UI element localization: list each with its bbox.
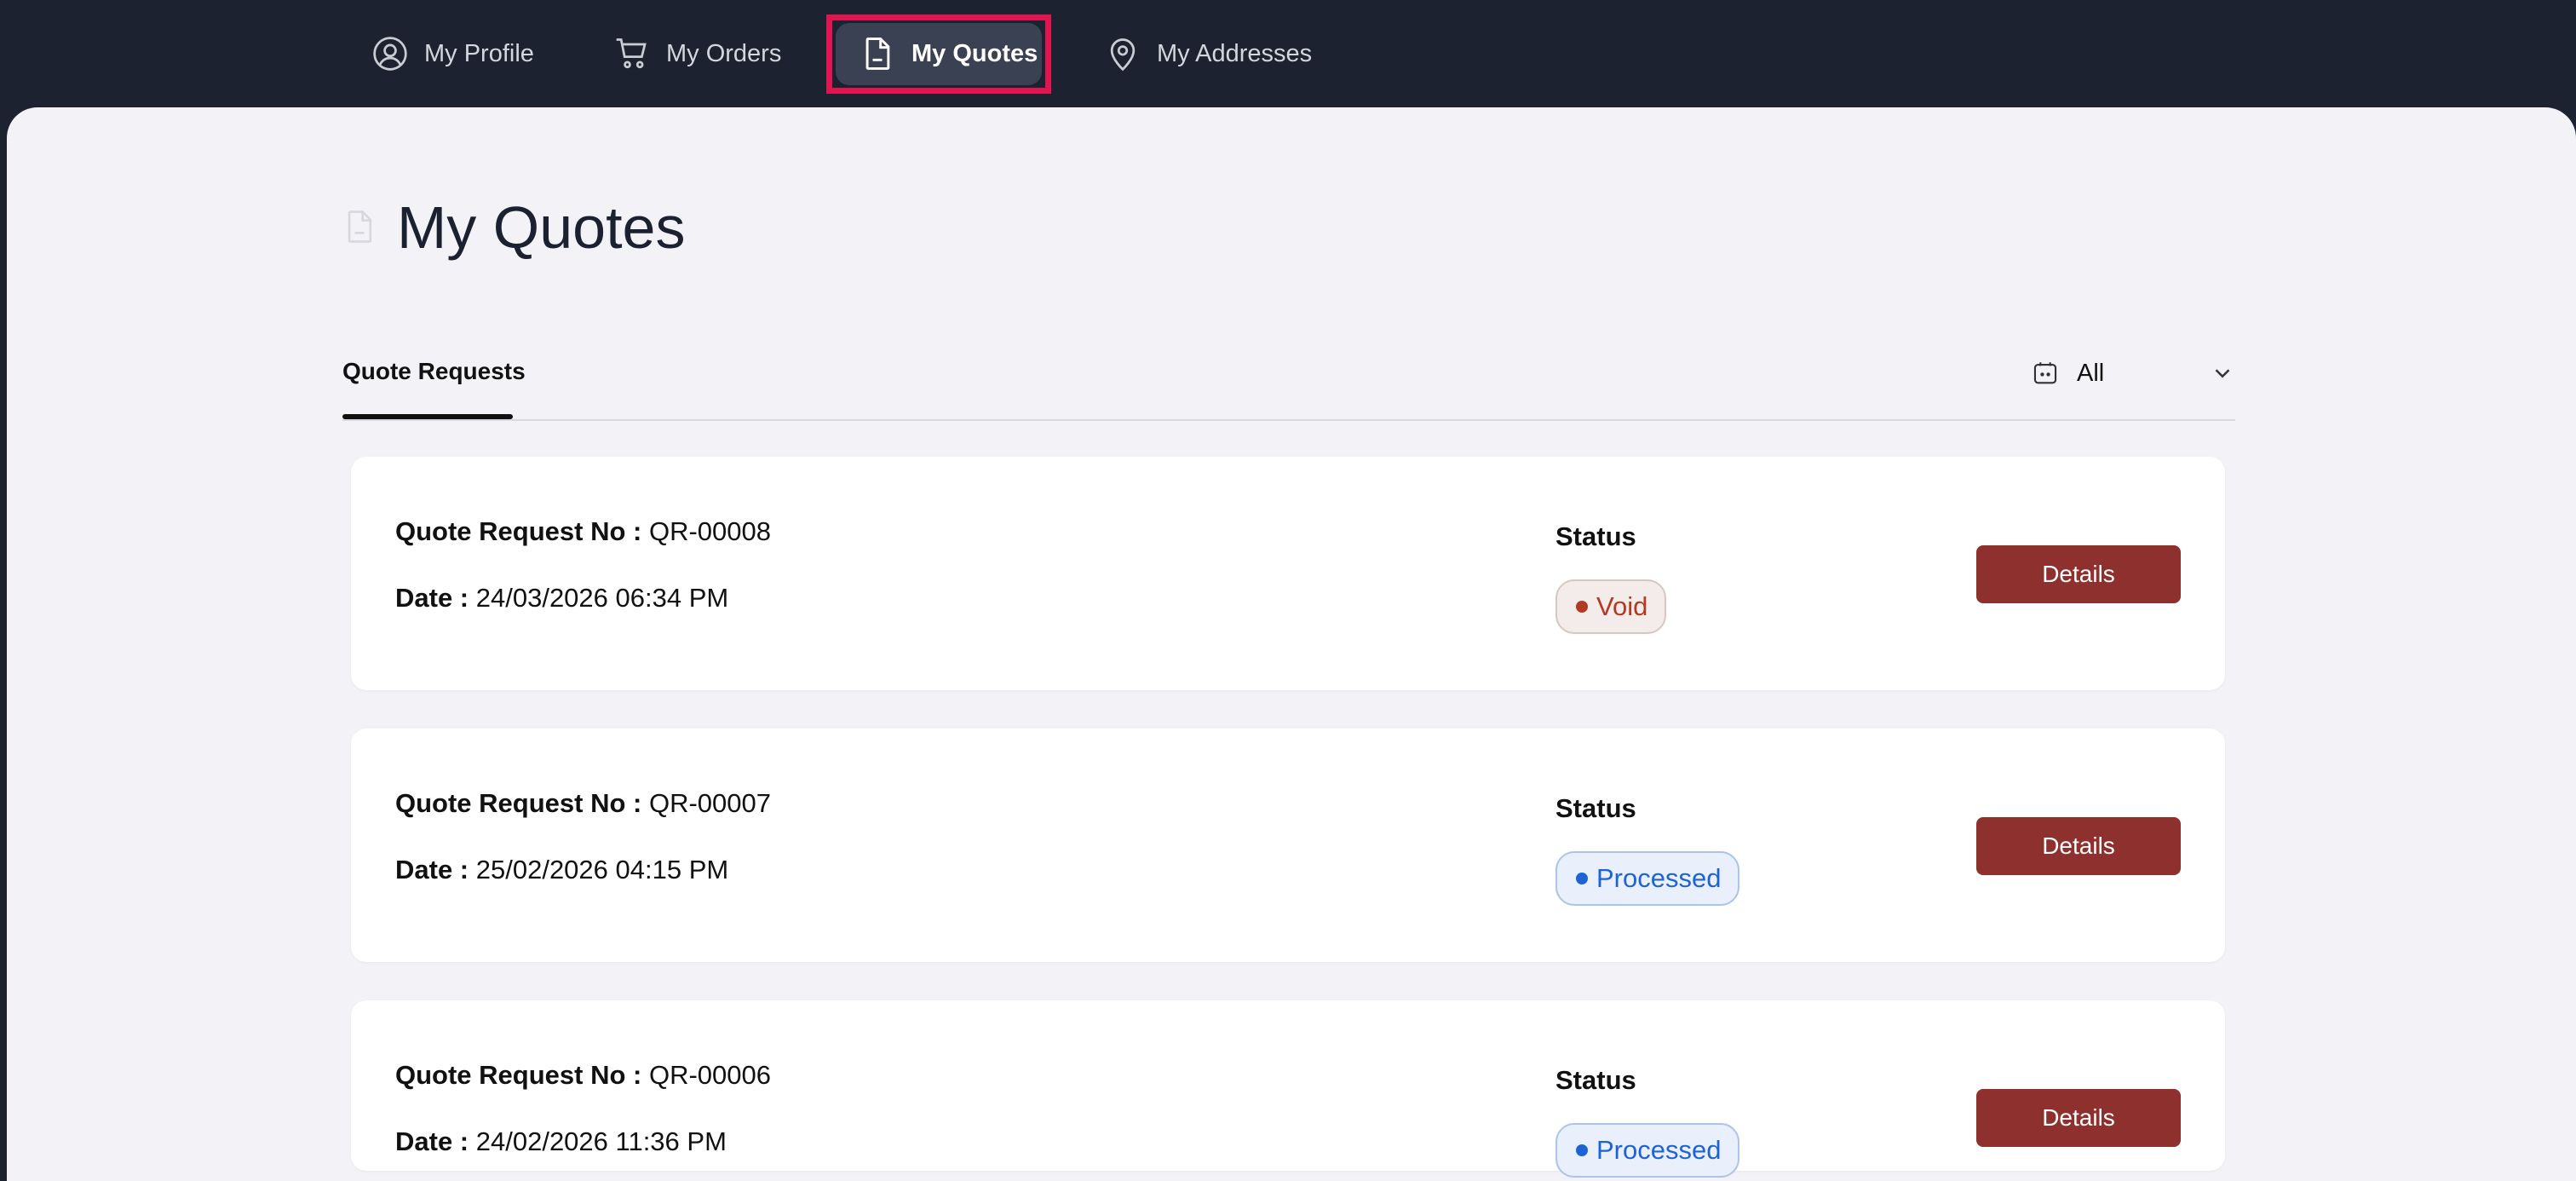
- quote-number-line: Quote Request No : QR-00006: [395, 1060, 771, 1091]
- quote-date-value: 25/02/2026 04:15 PM: [475, 855, 729, 884]
- quote-number-label: Quote Request No :: [395, 1060, 649, 1090]
- quote-date-label: Date :: [395, 1126, 476, 1156]
- status-badge: Processed: [1555, 1123, 1740, 1178]
- nav-item-label: My Orders: [666, 39, 782, 67]
- quote-card: Quote Request No : QR-00007 Date : 25/02…: [351, 729, 2225, 962]
- nav-item-label: My Addresses: [1157, 39, 1313, 67]
- document-icon: [865, 37, 890, 70]
- nav-item-my-quotes[interactable]: My Quotes: [859, 0, 1038, 107]
- quote-date-label: Date :: [395, 583, 476, 613]
- quote-number-value: QR-00006: [648, 1060, 771, 1090]
- cart-icon: [616, 38, 647, 69]
- chevron-down-icon: [2215, 369, 2230, 378]
- quote-number-line: Quote Request No : QR-00008: [395, 516, 771, 547]
- quote-number-value: QR-00008: [648, 516, 771, 546]
- status-dot: [1576, 873, 1588, 884]
- quote-number-value: QR-00007: [648, 788, 771, 818]
- status-text: Processed: [1596, 1135, 1722, 1165]
- quote-number-label: Quote Request No :: [395, 788, 649, 818]
- quote-card: Quote Request No : QR-00006 Date : 24/02…: [351, 1000, 2225, 1178]
- tab-divider: [342, 419, 2235, 421]
- filter-value: All: [2077, 359, 2105, 387]
- user-circle-icon: [373, 37, 407, 71]
- status-text: Processed: [1596, 863, 1722, 893]
- details-button[interactable]: Details: [1976, 817, 2181, 875]
- quote-date-line: Date : 25/02/2026 04:15 PM: [395, 855, 728, 885]
- nav-item-label: My Quotes: [911, 39, 1038, 67]
- document-icon: [348, 210, 372, 243]
- tab-quote-requests[interactable]: Quote Requests: [342, 358, 526, 385]
- details-button[interactable]: Details: [1976, 545, 2181, 603]
- status-badge: Void: [1555, 579, 1667, 634]
- nav-item-my-addresses[interactable]: My Addresses: [1104, 0, 1312, 107]
- page-title: My Quotes: [397, 194, 686, 261]
- status-label: Status: [1555, 793, 1636, 823]
- nav-item-my-profile[interactable]: My Profile: [371, 0, 534, 107]
- quote-date-line: Date : 24/02/2026 11:36 PM: [395, 1126, 727, 1157]
- status-dot: [1576, 601, 1588, 613]
- quote-number-line: Quote Request No : QR-00007: [395, 788, 771, 819]
- quote-date-label: Date :: [395, 855, 476, 884]
- nav-item-label: My Profile: [424, 39, 534, 67]
- top-navigation: My Profile My Orders My Quotes My Addres…: [0, 0, 2576, 107]
- quote-number-label: Quote Request No :: [395, 516, 649, 546]
- status-badge: Processed: [1555, 851, 1740, 906]
- nav-item-my-orders[interactable]: My Orders: [613, 0, 781, 107]
- status-dot: [1576, 1144, 1588, 1156]
- quote-date-value: 24/02/2026 11:36 PM: [475, 1126, 727, 1156]
- date-filter-dropdown[interactable]: All: [2031, 354, 2235, 392]
- quote-date-line: Date : 24/03/2026 06:34 PM: [395, 583, 728, 614]
- quote-date-value: 24/03/2026 06:34 PM: [475, 583, 729, 613]
- details-button[interactable]: Details: [1976, 1089, 2181, 1147]
- quote-card: Quote Request No : QR-00008 Date : 24/03…: [351, 457, 2225, 690]
- status-label: Status: [1555, 521, 1636, 551]
- status-label: Status: [1555, 1065, 1636, 1095]
- status-text: Void: [1596, 591, 1648, 621]
- calendar-icon: [2033, 362, 2057, 384]
- map-pin-icon: [1110, 38, 1136, 72]
